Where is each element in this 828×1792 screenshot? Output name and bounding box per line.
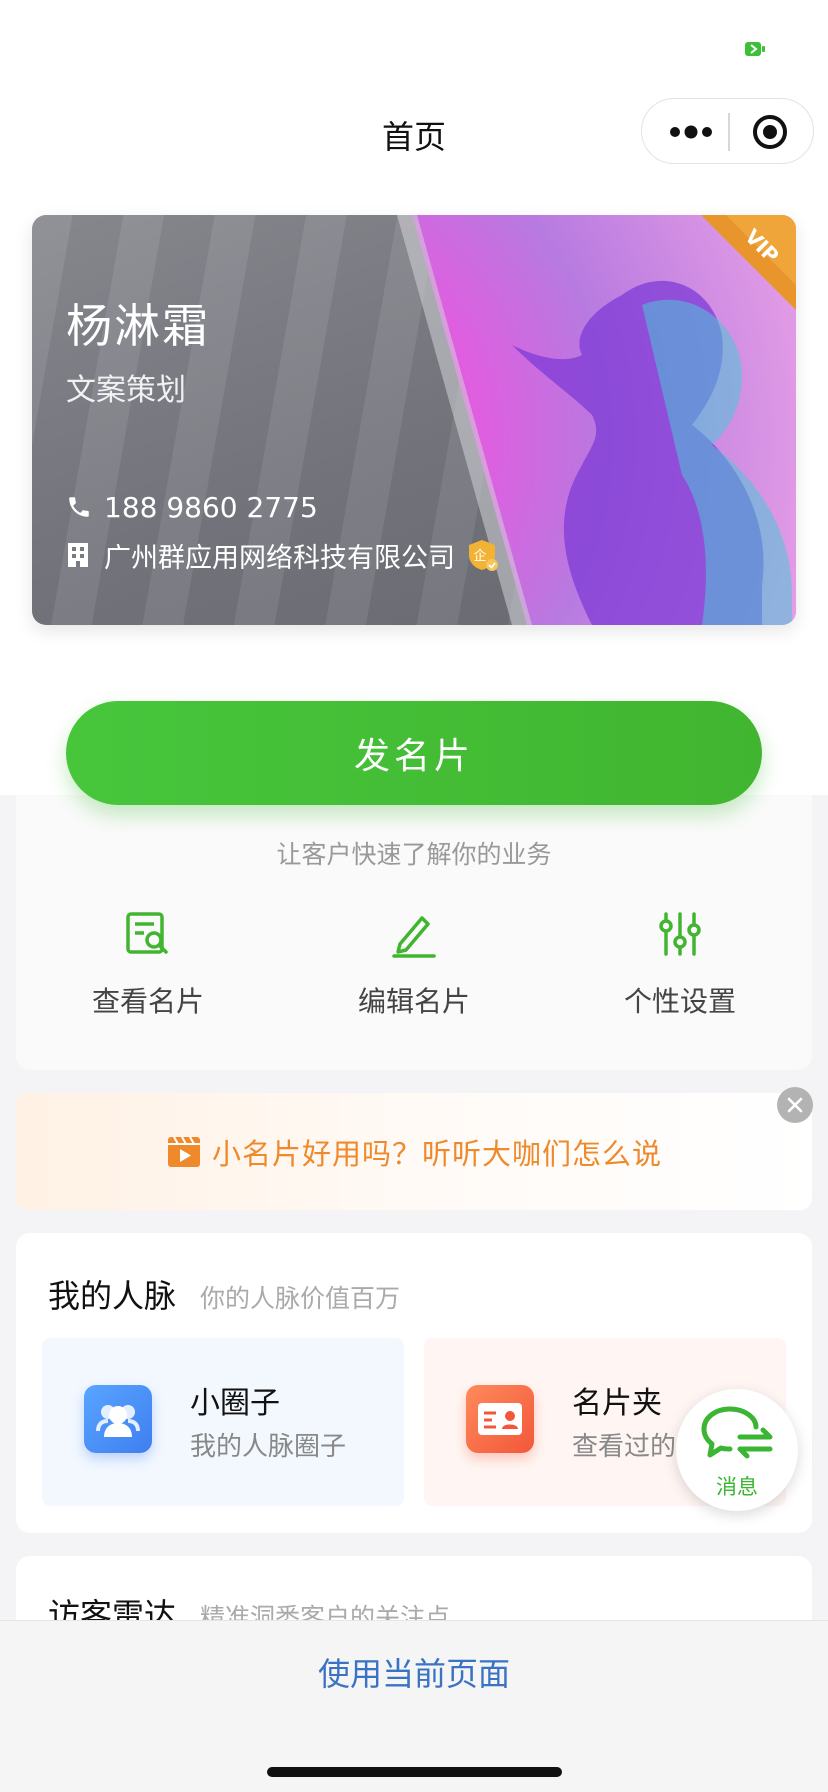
capsule-divider bbox=[728, 113, 730, 151]
pen-icon bbox=[392, 916, 436, 958]
more-icon[interactable] bbox=[668, 117, 714, 147]
people-icon bbox=[84, 1385, 152, 1453]
sliders-icon bbox=[659, 912, 701, 956]
card-phone-row: 188 9860 2775 bbox=[66, 490, 318, 524]
circle-tile[interactable]: 小圈子 我的人脉圈子 bbox=[42, 1338, 404, 1506]
vip-ribbon: VIP bbox=[701, 215, 796, 310]
mini-program-capsule bbox=[641, 98, 814, 164]
svg-text:企: 企 bbox=[473, 548, 486, 564]
enterprise-verified-icon: 企 bbox=[469, 540, 498, 571]
status-bar bbox=[0, 0, 828, 90]
card-holder-tile-title: 名片夹 bbox=[572, 1386, 662, 1421]
card-company: 广州群应用网络科技有限公司 bbox=[104, 542, 455, 574]
card-company-row: 广州群应用网络科技有限公司 企 bbox=[66, 535, 499, 575]
network-subtitle: 你的人脉价值百万 bbox=[200, 1284, 401, 1313]
circle-tile-subtitle: 我的人脉圈子 bbox=[190, 1432, 347, 1462]
card-actions-panel: 让客户快速了解你的业务 查看名片 编辑名片 个性设置 bbox=[16, 795, 812, 1070]
use-current-page-button[interactable]: 使用当前页面 bbox=[0, 1649, 828, 1695]
card-job-title: 文案策划 bbox=[66, 373, 186, 408]
actions-subtitle: 让客户快速了解你的业务 bbox=[276, 840, 552, 869]
view-card-icon bbox=[126, 912, 168, 954]
building-icon bbox=[68, 543, 88, 567]
network-title: 我的人脉 bbox=[48, 1277, 177, 1315]
message-button[interactable]: 消息 bbox=[676, 1389, 798, 1511]
promo-close-button[interactable] bbox=[777, 1087, 813, 1123]
edit-card-button[interactable]: 编辑名片 bbox=[314, 910, 514, 1020]
chat-exchange-icon bbox=[701, 1406, 773, 1459]
business-card[interactable]: VIP 杨淋霜 文案策划 188 9860 2775 广州群应用网络科技有限公司… bbox=[32, 215, 796, 625]
send-card-button[interactable]: 发名片 bbox=[66, 701, 762, 805]
promo-text: 小名片好用吗？听听大咖们怎么说 bbox=[211, 1136, 662, 1171]
close-target-icon[interactable] bbox=[751, 113, 789, 151]
video-clapper-icon bbox=[167, 1136, 200, 1167]
phone-icon bbox=[69, 497, 89, 517]
view-card-label: 查看名片 bbox=[91, 985, 204, 1018]
card-holder-icon bbox=[466, 1385, 534, 1453]
close-icon bbox=[787, 1097, 803, 1113]
battery-icon bbox=[745, 42, 765, 56]
nav-bar: 首页 bbox=[0, 90, 828, 170]
card-phone: 188 9860 2775 bbox=[104, 490, 318, 524]
view-card-button[interactable]: 查看名片 bbox=[48, 910, 248, 1020]
silhouette-image bbox=[512, 280, 792, 625]
card-name: 杨淋霜 bbox=[66, 299, 210, 353]
home-indicator bbox=[267, 1767, 562, 1777]
send-card-label: 发名片 bbox=[353, 736, 474, 777]
personal-settings-label: 个性设置 bbox=[623, 985, 736, 1018]
edit-card-label: 编辑名片 bbox=[357, 985, 470, 1018]
circle-tile-title: 小圈子 bbox=[190, 1386, 280, 1421]
promo-banner[interactable]: 小名片好用吗？听听大咖们怎么说 bbox=[16, 1093, 812, 1210]
personal-settings-button[interactable]: 个性设置 bbox=[580, 910, 780, 1020]
bottom-bar: 使用当前页面 bbox=[0, 1620, 828, 1792]
message-label: 消息 bbox=[716, 1475, 758, 1499]
